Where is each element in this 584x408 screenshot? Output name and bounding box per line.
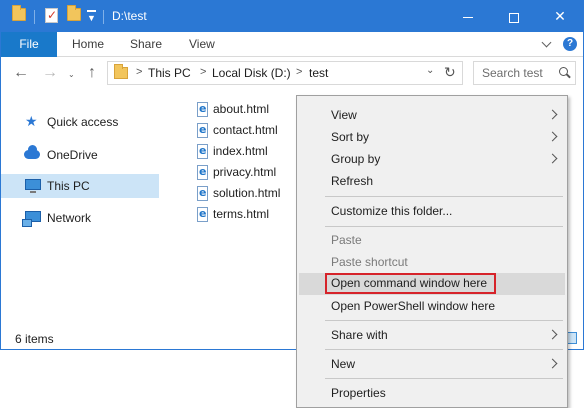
recent-locations-chevron-icon[interactable]: ⌄ <box>68 66 75 84</box>
menu-item-label: Paste <box>331 233 362 247</box>
file-name: index.html <box>213 144 268 158</box>
breadcrumb-local-disk[interactable]: Local Disk (D:) <box>212 66 291 80</box>
refresh-icon[interactable]: ↻ <box>444 64 456 81</box>
expand-ribbon-icon[interactable] <box>542 39 552 49</box>
breadcrumb-this-pc[interactable]: This PC <box>148 66 191 80</box>
address-bar[interactable]: > This PC > Local Disk (D:) > test ⌄ ↻ <box>107 61 463 85</box>
html-file-icon <box>197 186 208 201</box>
network-icon <box>22 211 41 227</box>
menu-item-label: Sort by <box>331 130 370 144</box>
navigation-pane: ★ Quick access OneDrive This PC Network <box>1 96 161 321</box>
file-name: terms.html <box>213 207 270 221</box>
menu-item-paste-shortcut[interactable]: Paste shortcut <box>299 251 565 273</box>
html-file-icon <box>197 207 208 222</box>
tab-home[interactable]: Home <box>72 32 104 57</box>
chevron-right-icon <box>547 109 558 120</box>
help-icon[interactable]: ? <box>563 37 577 51</box>
html-file-icon <box>197 102 208 117</box>
folder-icon <box>114 64 128 79</box>
menu-item-open-command-window[interactable]: Open command window here <box>299 273 565 295</box>
html-file-icon <box>197 144 208 159</box>
window-title: D:\test <box>112 9 147 23</box>
file-name: contact.html <box>213 123 278 137</box>
sidebar-item-network[interactable]: Network <box>1 206 159 230</box>
search-icon <box>559 67 568 76</box>
html-file-icon <box>197 165 208 180</box>
breadcrumb-separator-icon[interactable]: > <box>200 66 206 78</box>
chevron-right-icon <box>547 153 558 164</box>
menu-item-view[interactable]: View <box>299 104 565 126</box>
menu-separator <box>325 378 563 379</box>
minimize-button[interactable] <box>445 1 491 32</box>
menu-separator <box>325 349 563 350</box>
context-menu: View Sort by Group by Refresh Customize … <box>296 95 568 408</box>
folder-icon <box>12 5 26 21</box>
maximize-icon <box>509 12 519 23</box>
properties-icon[interactable] <box>45 8 58 23</box>
tab-view[interactable]: View <box>189 32 215 57</box>
menu-separator <box>325 226 563 227</box>
toolbar-separator <box>34 10 35 24</box>
title-bar[interactable]: ▼ D:\test ✕ <box>1 1 583 32</box>
menu-item-label: Share with <box>331 328 388 342</box>
menu-item-new[interactable]: New <box>299 353 565 375</box>
status-item-count: 6 items <box>15 332 54 346</box>
menu-item-label: Group by <box>331 152 381 166</box>
maximize-button[interactable] <box>491 1 537 32</box>
menu-item-label: Paste shortcut <box>331 255 408 269</box>
menu-separator <box>325 320 563 321</box>
sidebar-item-label: OneDrive <box>47 148 98 162</box>
sidebar-item-label: This PC <box>47 179 90 193</box>
star-icon: ★ <box>25 113 38 129</box>
toolbar-separator <box>103 10 104 24</box>
menu-separator <box>325 196 563 197</box>
file-name: about.html <box>213 102 270 116</box>
chevron-right-icon <box>547 358 558 369</box>
menu-item-properties[interactable]: Properties <box>299 382 565 404</box>
minimize-icon <box>463 17 473 19</box>
file-name: solution.html <box>213 186 281 200</box>
menu-item-refresh[interactable]: Refresh <box>299 170 565 192</box>
menu-item-group-by[interactable]: Group by <box>299 148 565 170</box>
sidebar-item-this-pc[interactable]: This PC <box>1 174 159 198</box>
back-arrow-icon[interactable]: ← <box>13 64 29 82</box>
ribbon-tabs: File Home Share View ? <box>1 32 583 57</box>
file-name: privacy.html <box>213 165 277 179</box>
sidebar-item-label: Quick access <box>47 115 119 129</box>
search-box[interactable]: Search test <box>473 61 576 85</box>
menu-item-label: Open PowerShell window here <box>331 299 496 313</box>
menu-item-label: Refresh <box>331 174 374 188</box>
html-file-icon <box>197 123 208 138</box>
computer-icon <box>25 179 41 193</box>
breadcrumb-separator-icon[interactable]: > <box>296 66 302 78</box>
search-input[interactable]: Search test <box>482 66 543 80</box>
menu-item-label: View <box>331 108 357 122</box>
close-button[interactable]: ✕ <box>537 1 583 32</box>
customize-toolbar-dropdown-icon[interactable]: ▼ <box>87 10 96 24</box>
menu-item-label: New <box>331 357 356 371</box>
menu-item-label: Open command window here <box>325 273 497 294</box>
sidebar-item-label: Network <box>47 211 92 225</box>
chevron-right-icon <box>547 131 558 142</box>
menu-item-paste[interactable]: Paste <box>299 229 565 251</box>
up-arrow-icon[interactable]: ↑ <box>88 64 96 82</box>
breadcrumb-test[interactable]: test <box>309 66 328 80</box>
menu-item-share-with[interactable]: Share with <box>299 324 565 346</box>
menu-item-label: Customize this folder... <box>331 204 453 218</box>
breadcrumb-separator-icon[interactable]: > <box>136 66 142 78</box>
menu-item-open-powershell-window[interactable]: Open PowerShell window here <box>299 295 565 317</box>
close-icon: ✕ <box>554 8 566 24</box>
tab-file[interactable]: File <box>1 32 57 57</box>
chevron-right-icon <box>547 329 558 340</box>
address-dropdown-icon[interactable]: ⌄ <box>426 65 434 76</box>
cloud-icon <box>24 145 40 159</box>
sidebar-item-quick-access[interactable]: ★ Quick access <box>1 110 159 134</box>
menu-item-sort-by[interactable]: Sort by <box>299 126 565 148</box>
menu-item-label: Properties <box>331 386 386 400</box>
sidebar-item-onedrive[interactable]: OneDrive <box>1 143 159 167</box>
new-folder-icon[interactable] <box>67 5 81 21</box>
menu-item-customize-folder[interactable]: Customize this folder... <box>299 200 565 222</box>
forward-arrow-icon[interactable]: → <box>42 64 58 82</box>
tab-share[interactable]: Share <box>130 32 162 57</box>
